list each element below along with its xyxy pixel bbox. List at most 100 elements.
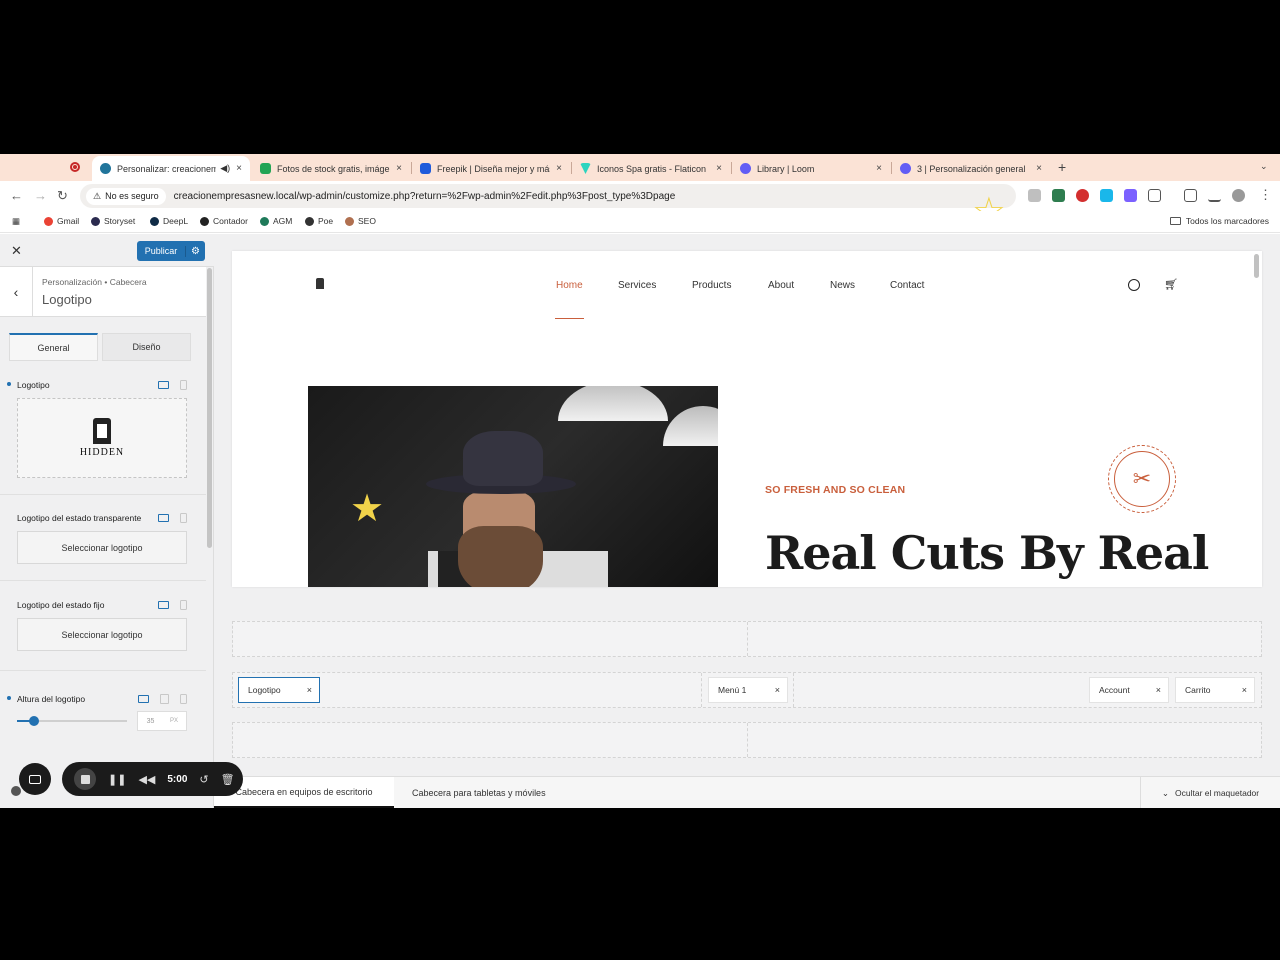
- bookmark-seo[interactable]: SEO: [345, 216, 376, 226]
- tab-close-icon[interactable]: ×: [396, 163, 402, 174]
- puzzle-icon[interactable]: [1148, 189, 1161, 202]
- gear-icon[interactable]: ⚙: [185, 245, 205, 257]
- restart-icon[interactable]: ↺: [199, 773, 208, 786]
- builder-row-top[interactable]: [232, 621, 1262, 657]
- remove-icon[interactable]: ×: [1242, 685, 1247, 695]
- apps-grid-icon[interactable]: ▦: [12, 216, 20, 227]
- gmail-icon: [44, 216, 53, 226]
- tab-close-icon[interactable]: ×: [716, 163, 722, 174]
- browser-tab-loom[interactable]: Library | Loom ×: [732, 156, 890, 181]
- divider: [0, 580, 206, 581]
- tab-search-chevron-icon[interactable]: ⌄: [1260, 161, 1268, 172]
- profile-avatar[interactable]: [1232, 189, 1245, 202]
- stop-recording-button[interactable]: [74, 768, 96, 790]
- builder-chip-menu[interactable]: Menú 1 ×: [708, 677, 788, 703]
- tab-mobile-header[interactable]: Cabecera para tabletas y móviles: [412, 777, 546, 808]
- menu-item-home[interactable]: Home: [556, 280, 583, 291]
- back-chevron-icon[interactable]: ‹: [0, 267, 33, 317]
- browser-tab-flaticon[interactable]: Iconos Spa gratis - Flaticon ×: [572, 156, 730, 181]
- bookmark-poe[interactable]: Poe: [305, 216, 333, 226]
- logo-preview[interactable]: HIDDEN: [17, 398, 187, 478]
- publish-button[interactable]: Publicar ⚙: [137, 241, 205, 261]
- menu-item-about[interactable]: About: [768, 280, 794, 291]
- mobile-icon[interactable]: [180, 380, 187, 390]
- builder-chip-logo[interactable]: Logotipo ×: [238, 677, 320, 703]
- browser-tab-freepik[interactable]: Freepik | Diseña mejor y más ×: [412, 156, 570, 181]
- desktop-icon[interactable]: [158, 381, 169, 389]
- tab-close-icon[interactable]: ×: [556, 163, 562, 174]
- account-icon[interactable]: [1128, 279, 1140, 291]
- close-icon[interactable]: ✕: [11, 243, 22, 259]
- tab-general[interactable]: General: [9, 333, 98, 361]
- forward-arrow-icon[interactable]: →: [34, 188, 47, 203]
- tab-title: 3 | Personalización general: [917, 163, 1026, 174]
- hero-eyebrow: SO FRESH AND SO CLEAN: [765, 484, 906, 496]
- tab-close-icon[interactable]: ×: [236, 163, 242, 174]
- select-sticky-logo-button[interactable]: Seleccionar logotipo: [17, 618, 187, 651]
- bookmark-contador[interactable]: Contador: [200, 216, 248, 226]
- code-extension-icon[interactable]: [1028, 189, 1041, 202]
- bookmark-gmail[interactable]: Gmail: [44, 216, 79, 226]
- builder-chip-cart[interactable]: Carrito ×: [1175, 677, 1255, 703]
- remove-icon[interactable]: ×: [307, 685, 312, 695]
- mobile-icon[interactable]: [180, 600, 187, 610]
- logo-height-input[interactable]: 35 PX: [137, 711, 187, 731]
- screen: Personalizar: creacionem ◀) × Fotos de s…: [0, 154, 1280, 808]
- extension-icon[interactable]: [1052, 189, 1065, 202]
- bookmarks-bar: ▦ Gmail Storyset DeepL Contador AGM Poe …: [0, 211, 1280, 233]
- address-bar[interactable]: ⚠ No es seguro creacionempresasnew.local…: [80, 184, 1016, 233]
- hide-builder-button[interactable]: ⌄ Ocultar el maquetador: [1140, 777, 1280, 808]
- loom-icon: [900, 163, 911, 174]
- builder-row-bottom[interactable]: [232, 722, 1262, 758]
- menu-item-services[interactable]: Services: [618, 280, 656, 291]
- remove-icon[interactable]: ×: [1156, 685, 1161, 695]
- builder-row-main[interactable]: Logotipo × Menú 1 × Account × Carrito ×: [232, 672, 1262, 708]
- collapse-sidebar-icon[interactable]: [11, 786, 21, 796]
- mobile-icon[interactable]: [180, 694, 187, 704]
- trash-icon[interactable]: 🗑︎: [221, 773, 235, 786]
- slider-handle[interactable]: [28, 716, 39, 726]
- tablet-icon[interactable]: [160, 694, 169, 704]
- url-text[interactable]: creacionempresasnew.local/wp-admin/custo…: [174, 191, 676, 202]
- download-icon[interactable]: [1208, 189, 1221, 202]
- menu-item-contact[interactable]: Contact: [890, 280, 924, 291]
- bookmark-agm[interactable]: AGM: [260, 216, 292, 226]
- reload-icon[interactable]: ↻: [57, 188, 68, 204]
- media-icon[interactable]: [1184, 189, 1197, 202]
- bookmark-deepl[interactable]: DeepL: [150, 216, 188, 226]
- all-bookmarks[interactable]: Todos los marcadores: [1169, 216, 1269, 226]
- bookmark-storyset[interactable]: Storyset: [91, 216, 135, 226]
- sidebar-scrollbar[interactable]: [207, 268, 212, 548]
- site-logo[interactable]: [316, 278, 324, 289]
- s-extension-icon[interactable]: [1076, 189, 1089, 202]
- extension-badge-icon[interactable]: [1124, 189, 1137, 202]
- desktop-icon[interactable]: [158, 601, 169, 609]
- tab-close-icon[interactable]: ×: [1036, 163, 1042, 174]
- browser-tab-customizer[interactable]: Personalizar: creacionem ◀) ×: [92, 156, 250, 181]
- desktop-icon[interactable]: [158, 514, 169, 522]
- cart-icon[interactable]: 🛒︎: [1164, 278, 1178, 291]
- remove-icon[interactable]: ×: [775, 685, 780, 695]
- vimeo-icon[interactable]: [1100, 189, 1113, 202]
- browser-tab-stock[interactable]: Fotos de stock gratis, imágen ×: [252, 156, 410, 181]
- tab-close-icon[interactable]: ×: [876, 163, 882, 174]
- loom-camera-button[interactable]: [19, 763, 51, 795]
- select-transparent-logo-button[interactable]: Seleccionar logotipo: [17, 531, 187, 564]
- loom-recording-controls: ❚❚ ◀◀ 5:00 ↺ 🗑︎: [62, 762, 243, 796]
- builder-chip-account[interactable]: Account ×: [1089, 677, 1169, 703]
- back-arrow-icon[interactable]: ←: [10, 188, 23, 203]
- rewind-icon[interactable]: ◀◀: [138, 773, 155, 786]
- menu-item-products[interactable]: Products: [692, 280, 731, 291]
- preview-scrollbar[interactable]: [1254, 254, 1259, 278]
- new-tab-button[interactable]: +: [1058, 159, 1066, 175]
- folder-icon: [1169, 217, 1181, 225]
- tab-design[interactable]: Diseño: [102, 333, 191, 361]
- pause-icon[interactable]: ❚❚: [108, 773, 126, 786]
- transparent-logo-label: Logotipo del estado transparente: [17, 513, 142, 523]
- browser-tab-loom-video[interactable]: 3 | Personalización general ×: [892, 156, 1050, 181]
- security-chip[interactable]: ⚠ No es seguro: [86, 187, 166, 205]
- menu-item-news[interactable]: News: [830, 280, 855, 291]
- mobile-icon[interactable]: [180, 513, 187, 523]
- browser-menu-icon[interactable]: ⋮: [1259, 187, 1272, 203]
- desktop-icon[interactable]: [138, 695, 149, 703]
